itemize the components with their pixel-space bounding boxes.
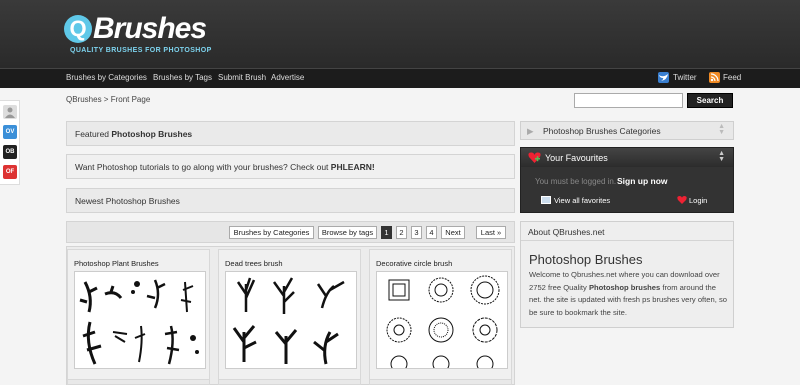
nav-brushes-by-tags[interactable]: Brushes by Tags: [153, 73, 212, 82]
logo-q-icon: Q: [64, 15, 92, 43]
browse-by-tags-button[interactable]: Browse by tags: [318, 226, 377, 239]
about-header: About QBrushes.net: [521, 222, 733, 241]
brush-card-partial: [67, 379, 210, 385]
categories-title: Photoshop Brushes Categories: [543, 126, 661, 136]
view-all-favorites-link[interactable]: View all favorites: [554, 196, 610, 205]
nav-submit-brush[interactable]: Submit Brush: [218, 73, 266, 82]
social-of-icon[interactable]: OF: [3, 165, 17, 179]
categories-dropdown[interactable]: ▶ Photoshop Brushes Categories ▲ ▼: [520, 121, 734, 140]
page-1-button[interactable]: 1: [381, 226, 392, 239]
login-link[interactable]: Login: [689, 196, 707, 205]
sort-arrows-icon: ▲ ▼: [718, 150, 725, 163]
brush-card-title[interactable]: Decorative circle brush: [376, 259, 452, 268]
search-input[interactable]: [574, 93, 683, 108]
about-text: Welcome to Qbrushes.net where you can do…: [529, 269, 729, 319]
newest-title: Newest Photoshop Brushes: [75, 196, 180, 206]
login-heart-icon: [677, 195, 687, 205]
pager-row: Brushes by Categories Browse by tags 1 2…: [66, 221, 515, 243]
tutorial-bar: Want Photoshop tutorials to go along wit…: [66, 154, 515, 179]
site-logo[interactable]: Q Brushes: [64, 12, 207, 46]
tutorial-text: Want Photoshop tutorials to go along wit…: [75, 162, 331, 172]
featured-bar[interactable]: Featured Photoshop Brushes: [66, 121, 515, 146]
phlearn-link[interactable]: PHLEARN!: [331, 162, 375, 172]
brush-card[interactable]: Decorative circle brush: [369, 249, 512, 385]
logo-text: Brushes: [93, 12, 207, 45]
twitter-icon: [658, 72, 669, 83]
social-ob-icon[interactable]: OB: [3, 145, 17, 159]
about-text-highlight: Photoshop brushes: [588, 282, 661, 292]
newest-bar: Newest Photoshop Brushes: [66, 188, 515, 213]
page-3-button[interactable]: 3: [411, 226, 422, 239]
featured-prefix: Featured: [75, 129, 112, 139]
favourites-header[interactable]: Your Favourites ▲ ▼: [521, 148, 733, 167]
brush-card-title[interactable]: Dead trees brush: [225, 259, 283, 268]
favourites-title: Your Favourites: [545, 153, 608, 163]
rss-feed-icon: [709, 72, 720, 83]
heart-plus-icon: [528, 151, 541, 164]
expand-arrow-icon: ▶: [527, 126, 534, 136]
brush-card[interactable]: Photoshop Plant Brushes: [67, 249, 210, 385]
social-ov-icon[interactable]: OV: [3, 125, 17, 139]
about-panel: About QBrushes.net Photoshop Brushes Wel…: [520, 221, 734, 328]
featured-title: Photoshop Brushes: [111, 129, 193, 139]
sign-up-link[interactable]: Sign up now: [617, 176, 668, 186]
nav-brushes-by-categories[interactable]: Brushes by Categories: [66, 73, 147, 82]
about-title: Photoshop Brushes: [529, 252, 643, 267]
next-page-button[interactable]: Next: [441, 226, 465, 239]
breadcrumb: QBrushes > Front Page: [66, 95, 151, 104]
last-page-button[interactable]: Last »: [476, 226, 506, 239]
site-header: Q Brushes QUALITY BRUSHES FOR PHOTOSHOP: [0, 0, 800, 68]
login-required-text: You must be logged in.: [535, 177, 617, 186]
main-nav: Brushes by Categories Brushes by Tags Su…: [0, 68, 800, 88]
search-button[interactable]: Search: [687, 93, 733, 108]
page-2-button[interactable]: 2: [396, 226, 407, 239]
nav-advertise[interactable]: Advertise: [271, 73, 304, 82]
brushes-by-categories-button[interactable]: Brushes by Categories: [229, 226, 314, 239]
user-icon[interactable]: [3, 105, 17, 119]
sort-arrows-icon: ▲ ▼: [718, 123, 725, 136]
brush-preview-image[interactable]: [74, 271, 206, 369]
brush-card-title[interactable]: Photoshop Plant Brushes: [74, 259, 159, 268]
page-4-button[interactable]: 4: [426, 226, 437, 239]
favorites-list-icon: [541, 196, 551, 204]
feed-link[interactable]: Feed: [723, 73, 741, 82]
favourites-panel: Your Favourites ▲ ▼ You must be logged in…: [520, 147, 734, 213]
brush-preview-image[interactable]: [376, 271, 508, 369]
brush-card[interactable]: Dead trees brush: [218, 249, 361, 385]
tagline: QUALITY BRUSHES FOR PHOTOSHOP: [70, 47, 212, 54]
brush-card-partial: [369, 379, 512, 385]
twitter-link[interactable]: Twitter: [673, 73, 697, 82]
brush-preview-image[interactable]: [225, 271, 357, 369]
brush-card-partial: [218, 379, 361, 385]
